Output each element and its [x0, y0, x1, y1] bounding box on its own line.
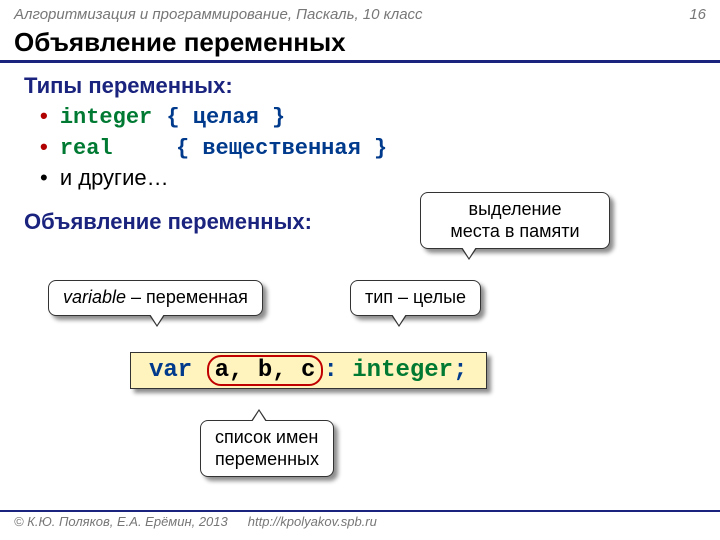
footer-url: http://kpolyakov.spb.ru	[248, 514, 377, 538]
code-colon: :	[323, 357, 337, 384]
callout-tail-icon	[391, 315, 407, 327]
code-type: integer	[352, 357, 453, 384]
code-declaration: var a, b, c: integer;	[130, 352, 487, 389]
slide-footer: © К.Ю. Поляков, Е.А. Ерёмин, 2013 http:/…	[0, 510, 720, 540]
bullet-icon: •	[40, 165, 48, 190]
callout-variable-ru: – переменная	[126, 287, 248, 307]
bullet-icon: •	[40, 103, 48, 128]
code-semicolon: ;	[453, 357, 467, 384]
callout-memory: выделение места в памяти	[420, 192, 610, 249]
page-number: 16	[689, 6, 706, 23]
callout-type: тип – целые	[350, 280, 481, 316]
callout-variable: variable – переменная	[48, 280, 263, 316]
callout-tail-icon	[251, 409, 267, 421]
copyright: © К.Ю. Поляков, Е.А. Ерёмин, 2013	[14, 514, 228, 538]
course-label: Алгоритмизация и программирование, Паска…	[14, 6, 423, 23]
type-comment: { целая }	[166, 105, 285, 130]
callout-type-text: тип – целые	[365, 287, 466, 307]
callout-varlist: список имен переменных	[200, 420, 334, 477]
page-title: Объявление переменных	[0, 23, 720, 63]
type-row-others: • и другие…	[40, 165, 696, 191]
type-comment: { вещественная }	[176, 136, 387, 161]
type-row-real: • real { вещественная }	[40, 134, 696, 161]
slide-header: Алгоритмизация и программирование, Паска…	[0, 0, 720, 23]
code-var-names: a, b, c	[207, 355, 324, 386]
callout-line1: выделение	[469, 199, 562, 219]
callout-line2: места в памяти	[450, 221, 579, 241]
callout-line2: переменных	[215, 449, 319, 469]
type-kw: integer	[60, 105, 152, 130]
type-kw: real	[60, 136, 162, 161]
callout-tail-icon	[149, 315, 165, 327]
callout-tail-icon	[461, 248, 477, 260]
bullet-icon: •	[40, 134, 48, 159]
content-area: Типы переменных: • integer { целая } • r…	[0, 63, 720, 235]
type-row-integer: • integer { целая }	[40, 103, 696, 130]
code-keyword-var: var	[149, 357, 192, 384]
callout-line1: список имен	[215, 427, 318, 447]
callout-variable-en: variable	[63, 287, 126, 307]
others-label: и другие…	[60, 165, 169, 190]
types-heading: Типы переменных:	[24, 73, 696, 99]
